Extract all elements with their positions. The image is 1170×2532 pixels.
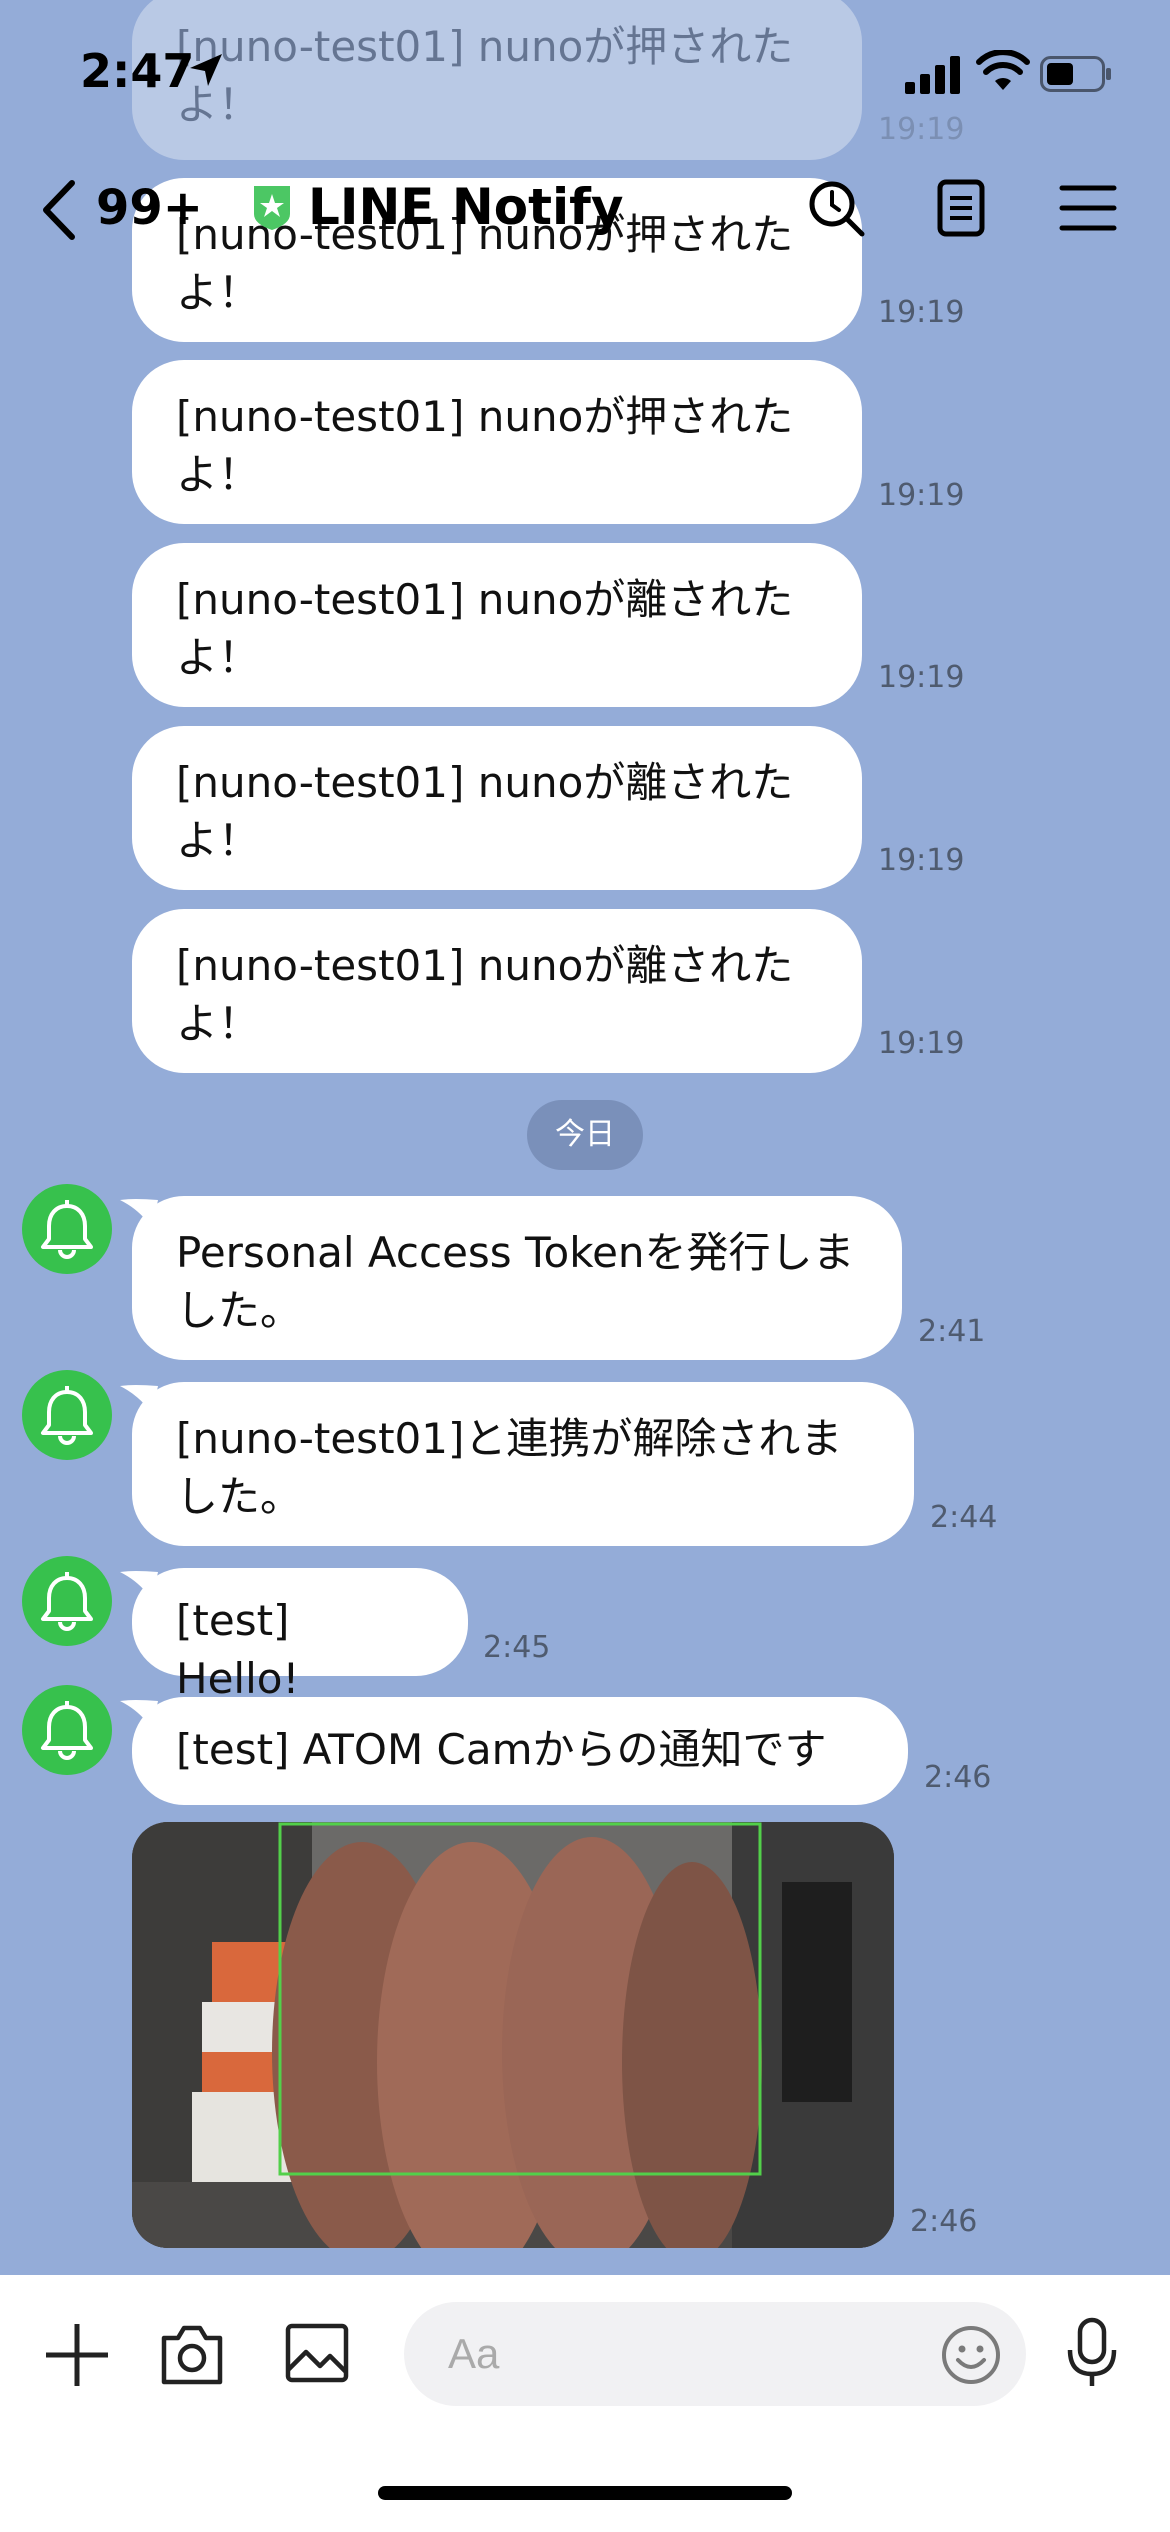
microphone-icon[interactable] (1064, 2316, 1120, 2390)
message-text: [nuno-test01] nunoが離されたよ！ (176, 575, 794, 682)
bell-icon[interactable] (22, 1184, 112, 1274)
status-bar: 2:47 (0, 0, 1170, 150)
message-bubble: [test] ATOM Camからの通知です (132, 1697, 908, 1805)
signal-icon (905, 56, 960, 94)
message-time: 2:46 (910, 2204, 978, 2239)
message-text: [nuno-test01]と連携が解除されました。 (176, 1414, 843, 1521)
message-time: 19:19 (878, 660, 965, 695)
unread-count[interactable]: 99+ (96, 180, 203, 236)
notes-icon[interactable] (930, 178, 990, 238)
bell-icon[interactable] (22, 1370, 112, 1460)
emoji-icon[interactable] (940, 2324, 1002, 2386)
message-time: 2:45 (483, 1630, 551, 1665)
status-time: 2:47 (80, 44, 195, 98)
message-bubble: [nuno-test01] nunoが離されたよ！ (132, 909, 862, 1073)
chat-area[interactable]: [nuno-test01] nunoが押されたよ！ 19:19 [nuno-te… (0, 0, 1170, 2275)
message-bubble: [nuno-test01] nunoが離されたよ！ (132, 543, 862, 707)
message-time: 19:19 (878, 478, 965, 513)
menu-icon[interactable] (1058, 178, 1118, 238)
location-arrow-icon (190, 54, 222, 86)
message-time: 19:19 (878, 295, 965, 330)
line-official-shield-icon (254, 186, 290, 230)
wifi-icon (976, 50, 1030, 90)
message-time: 2:44 (930, 1500, 998, 1535)
camera-snapshot-image[interactable] (132, 1822, 894, 2248)
camera-icon[interactable] (158, 2320, 226, 2388)
message-bubble: [nuno-test01]と連携が解除されました。 (132, 1382, 914, 1546)
bell-icon[interactable] (22, 1685, 112, 1775)
back-chevron-icon[interactable] (36, 175, 82, 245)
message-time: 2:46 (924, 1760, 992, 1795)
snapshot-graphic (132, 1822, 894, 2248)
image-icon[interactable] (284, 2320, 350, 2386)
message-bubble: [nuno-test01] nunoが押されたよ！ (132, 360, 862, 524)
message-input[interactable] (404, 2302, 1026, 2406)
chat-title[interactable]: LINE Notify (308, 178, 623, 236)
message-text: [test] Hello! (176, 1596, 300, 1703)
message-text: [nuno-test01] nunoが離されたよ！ (176, 758, 794, 865)
message-text: Personal Access Tokenを発行しました。 (176, 1228, 855, 1335)
bell-icon[interactable] (22, 1556, 112, 1646)
message-text: [nuno-test01] nunoが離されたよ！ (176, 941, 794, 1048)
message-time: 19:19 (878, 843, 965, 878)
message-bubble: [test] Hello! (132, 1568, 468, 1703)
home-indicator[interactable] (378, 2486, 792, 2500)
message-time: 19:19 (878, 1026, 965, 1061)
message-bubble: Personal Access Tokenを発行しました。 (132, 1196, 902, 1360)
plus-icon[interactable] (44, 2322, 110, 2388)
message-text: [nuno-test01] nunoが押されたよ！ (176, 392, 794, 499)
battery-icon (1040, 56, 1111, 92)
date-separator: 今日 (527, 1100, 643, 1170)
message-text: [test] ATOM Camからの通知です (176, 1725, 827, 1774)
message-time: 2:41 (918, 1314, 986, 1349)
search-icon[interactable] (806, 178, 866, 238)
message-bubble: [nuno-test01] nunoが離されたよ！ (132, 726, 862, 890)
